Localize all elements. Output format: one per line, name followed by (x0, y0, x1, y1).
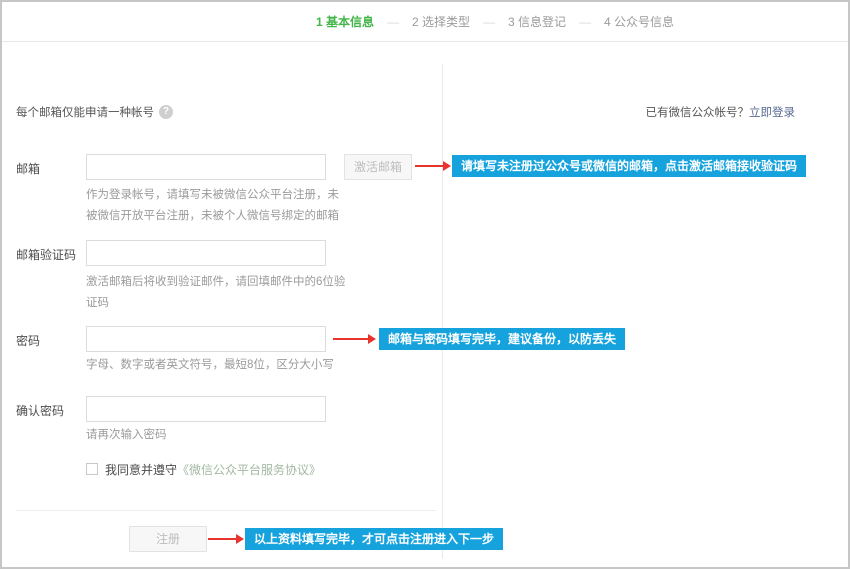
confirm-password-input[interactable] (86, 396, 326, 422)
email-limit-note: 每个邮箱仅能申请一种帐号 ? (16, 104, 173, 120)
login-area: 已有微信公众帐号？立即登录 (646, 104, 796, 120)
annotation-arrow-password (333, 334, 376, 344)
step-basic-info: 1 基本信息 (316, 13, 374, 30)
steps-nav: 1 基本信息 — 2 选择类型 — 3 信息登记 — 4 公众号信息 (2, 2, 848, 42)
login-prompt: 已有微信公众帐号？ (646, 107, 750, 119)
annotation-password: 邮箱与密码填写完毕，建议备份，以防丢失 (379, 328, 625, 350)
login-now-link[interactable]: 立即登录 (749, 107, 795, 119)
annotation-register: 以上资料填写完毕，才可点击注册进入下一步 (245, 528, 503, 550)
password-input[interactable] (86, 326, 326, 352)
registration-page: 1 基本信息 — 2 选择类型 — 3 信息登记 — 4 公众号信息 每个邮箱仅… (0, 0, 850, 569)
password-label: 密码 (16, 332, 40, 349)
annotation-email: 请填写未注册过公众号或微信的邮箱，点击激活邮箱接收验证码 (452, 155, 806, 177)
email-help-text: 作为登录帐号，请填写未被微信公众平台注册，未 被微信开放平台注册，未被个人微信号… (86, 185, 356, 227)
confirm-password-label: 确认密码 (16, 402, 64, 419)
password-help-text: 字母、数字或者英文符号，最短8位，区分大小写 (86, 355, 356, 376)
step-choose-type: 2 选择类型 (412, 13, 470, 30)
email-code-label: 邮箱验证码 (16, 246, 76, 263)
activate-email-button[interactable]: 激活邮箱 (344, 154, 412, 180)
help-question-icon[interactable]: ? (159, 105, 173, 119)
email-code-help-text: 激活邮箱后将收到验证邮件，请回填邮件中的6位验 证码 (86, 272, 356, 314)
agreement-text: 我同意并遵守 (105, 463, 177, 477)
step-info-registration: 3 信息登记 (508, 13, 566, 30)
register-button[interactable]: 注册 (129, 526, 207, 552)
email-limit-note-text: 每个邮箱仅能申请一种帐号 (16, 104, 154, 120)
agreement-checkbox[interactable] (86, 463, 98, 475)
form-separator-line (16, 510, 436, 511)
step-separator: — (483, 15, 495, 29)
step-account-info: 4 公众号信息 (604, 13, 674, 30)
annotation-arrow-register (208, 534, 244, 544)
service-agreement-link[interactable]: 《微信公众平台服务协议》 (177, 463, 321, 477)
email-input[interactable] (86, 154, 326, 180)
annotation-arrow-email (415, 161, 451, 171)
vertical-divider (442, 64, 443, 559)
step-separator: — (579, 15, 591, 29)
agreement-row: 我同意并遵守《微信公众平台服务协议》 (105, 461, 321, 478)
email-code-input[interactable] (86, 240, 326, 266)
email-label: 邮箱 (16, 160, 40, 177)
confirm-password-help-text: 请再次输入密码 (86, 425, 356, 446)
step-separator: — (387, 15, 399, 29)
